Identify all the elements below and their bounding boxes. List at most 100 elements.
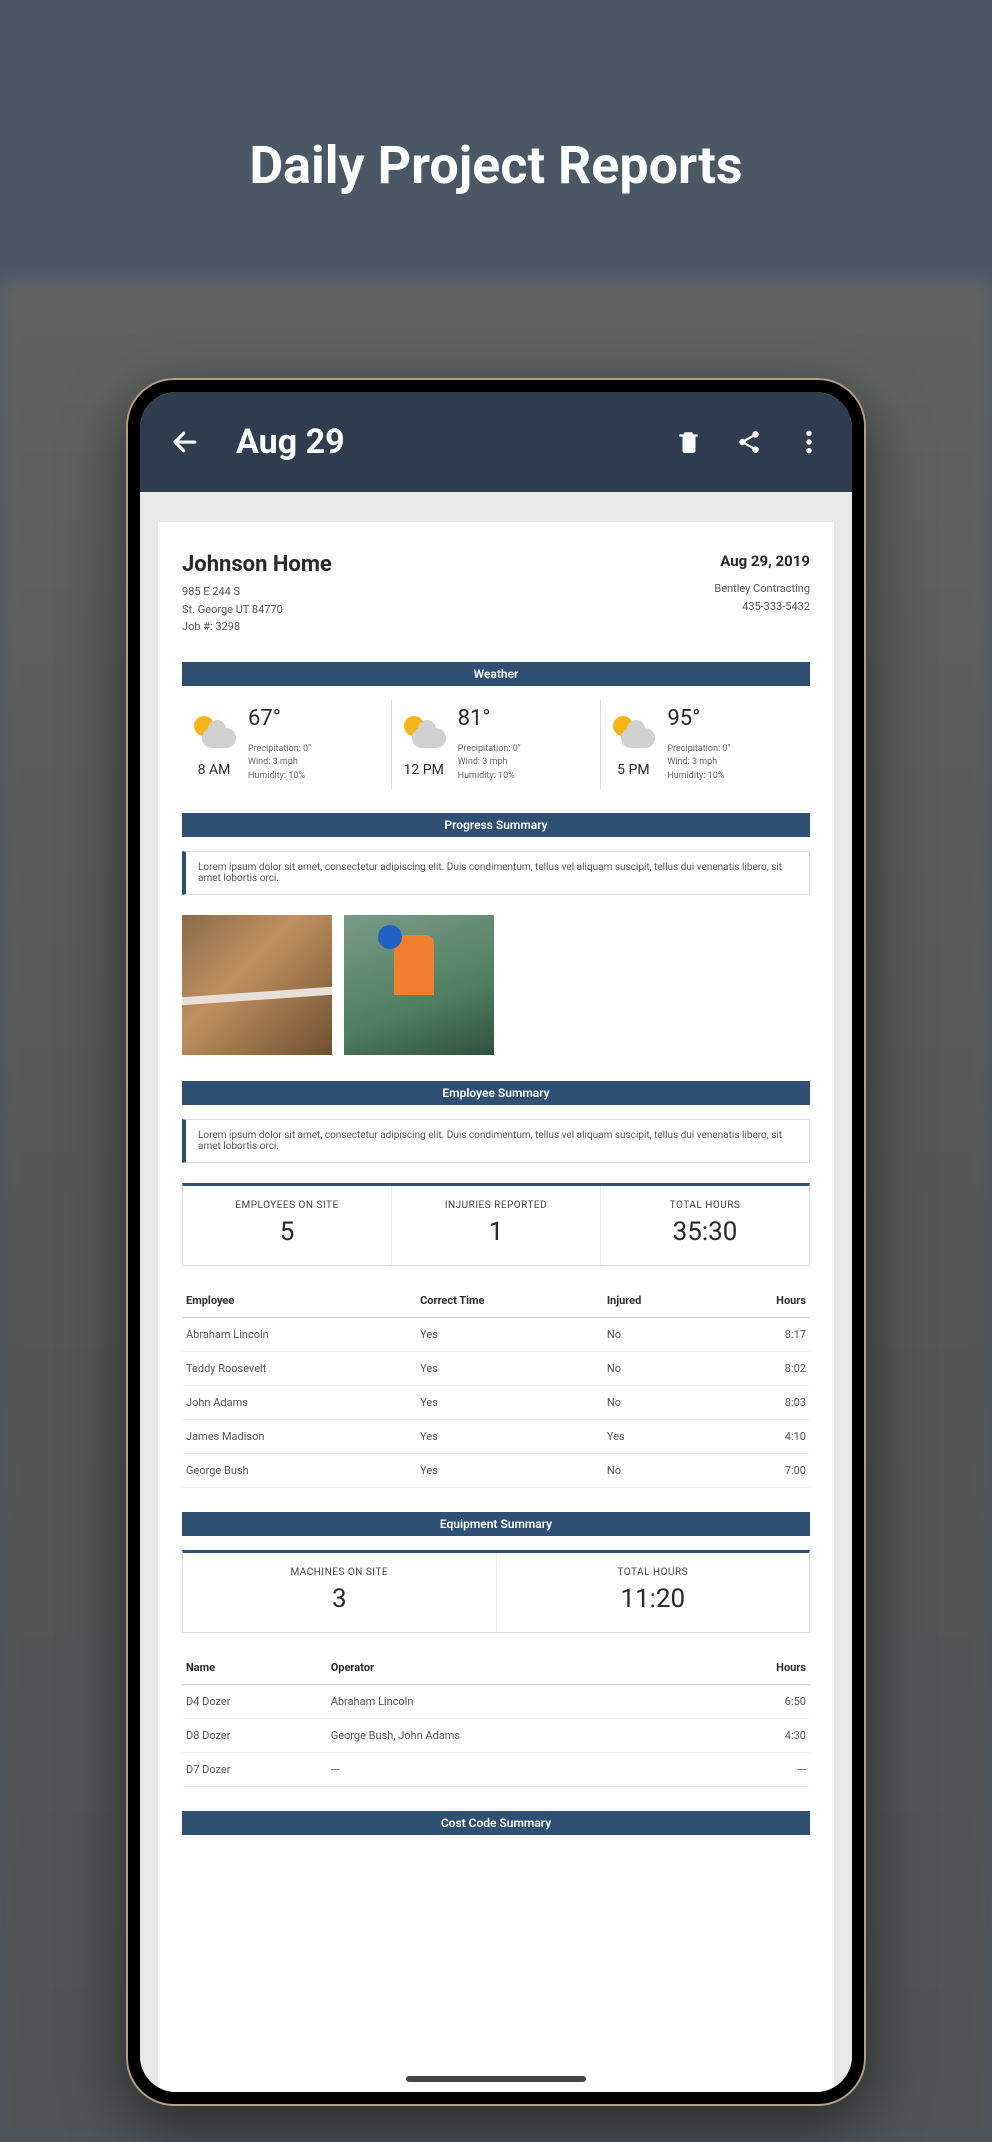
weather-card: 8 AM 67° Precipitation: 0" Wind: 3 mph H…: [182, 700, 392, 790]
employee-table: Employee Correct Time Injured Hours Abra…: [182, 1284, 810, 1488]
stat-label: TOTAL HOURS: [601, 1200, 809, 1211]
stat-value: 35:30: [601, 1217, 809, 1247]
table-cell: Yes: [416, 1420, 603, 1454]
table-cell: Yes: [603, 1420, 713, 1454]
table-cell: 8:03: [712, 1386, 810, 1420]
section-employee-title: Employee Summary: [182, 1081, 810, 1105]
table-row: Abraham LincolnYesNo8:17: [182, 1318, 810, 1352]
weather-humidity: Humidity: 10%: [667, 770, 730, 784]
share-button[interactable]: [734, 427, 764, 457]
stat-value: 11:20: [497, 1584, 810, 1614]
progress-note: Lorem ipsum dolor sit amet, consectetur …: [182, 851, 810, 895]
weather-wind: Wind: 3 mph: [458, 756, 521, 770]
table-cell: ---: [706, 1753, 810, 1787]
stat-cell: TOTAL HOURS 35:30: [601, 1186, 809, 1265]
weather-precip: Precipitation: 0": [667, 743, 730, 757]
table-cell: Yes: [416, 1352, 603, 1386]
table-cell: John Adams: [182, 1386, 416, 1420]
table-row: Teddy RooseveltYesNo8:02: [182, 1352, 810, 1386]
section-equipment-title: Equipment Summary: [182, 1512, 810, 1536]
table-row: D8 DozerGeorge Bush, John Adams4:30: [182, 1719, 810, 1753]
table-cell: Abraham Lincoln: [182, 1318, 416, 1352]
stat-label: EMPLOYEES ON SITE: [183, 1200, 391, 1211]
stat-cell: INJURIES REPORTED 1: [392, 1186, 601, 1265]
equipment-table: Name Operator Hours D4 DozerAbraham Linc…: [182, 1651, 810, 1787]
app-header: Aug 29: [140, 392, 852, 492]
stat-value: 3: [183, 1584, 496, 1614]
table-cell: Yes: [416, 1318, 603, 1352]
table-row: D4 DozerAbraham Lincoln6:50: [182, 1685, 810, 1719]
weather-temp: 95°: [667, 706, 730, 731]
weather-icon: [402, 712, 446, 752]
table-cell: No: [603, 1386, 713, 1420]
table-cell: Yes: [416, 1454, 603, 1488]
th-hours: Hours: [712, 1284, 810, 1318]
delete-button[interactable]: [674, 427, 704, 457]
table-row: John AdamsYesNo8:03: [182, 1386, 810, 1420]
th-name: Name: [182, 1651, 327, 1685]
th-correct: Correct Time: [416, 1284, 603, 1318]
report-paper: Johnson Home 985 E 244 S St. George UT 8…: [158, 522, 834, 2092]
table-cell: No: [603, 1318, 713, 1352]
table-cell: 8:02: [712, 1352, 810, 1386]
share-icon: [736, 429, 762, 455]
company-phone: 435-333-5432: [714, 598, 810, 616]
section-weather-title: Weather: [182, 662, 810, 686]
table-cell: No: [603, 1454, 713, 1488]
stat-value: 1: [392, 1217, 600, 1247]
progress-photo[interactable]: [182, 915, 332, 1055]
table-cell: 4:10: [712, 1420, 810, 1454]
table-row: George BushYesNo7:00: [182, 1454, 810, 1488]
job-number: Job #: 3298: [182, 618, 332, 636]
th-hours: Hours: [706, 1651, 810, 1685]
table-cell: George Bush, John Adams: [327, 1719, 706, 1753]
page-title: Daily Project Reports: [0, 0, 992, 196]
weather-time: 8 AM: [198, 762, 231, 778]
table-cell: 6:50: [706, 1685, 810, 1719]
th-operator: Operator: [327, 1651, 706, 1685]
report-header: Johnson Home 985 E 244 S St. George UT 8…: [182, 552, 810, 636]
weather-humidity: Humidity: 10%: [248, 770, 311, 784]
weather-wind: Wind: 3 mph: [248, 756, 311, 770]
employee-stats: EMPLOYEES ON SITE 5 INJURIES REPORTED 1 …: [182, 1183, 810, 1266]
th-injured: Injured: [603, 1284, 713, 1318]
weather-time: 5 PM: [617, 762, 649, 778]
weather-temp: 81°: [458, 706, 521, 731]
th-employee: Employee: [182, 1284, 416, 1318]
stat-cell: TOTAL HOURS 11:20: [497, 1553, 810, 1632]
employee-note: Lorem ipsum dolor sit amet, consectetur …: [182, 1119, 810, 1163]
company-name: Bentley Contracting: [714, 580, 810, 598]
more-button[interactable]: [794, 427, 824, 457]
weather-precip: Precipitation: 0": [248, 743, 311, 757]
table-cell: D4 Dozer: [182, 1685, 327, 1719]
phone-screen: Aug 29 Johnson Home 985 E 244 S: [140, 392, 852, 2092]
home-indicator[interactable]: [406, 2076, 586, 2082]
stat-label: INJURIES REPORTED: [392, 1200, 600, 1211]
report-header-left: Johnson Home 985 E 244 S St. George UT 8…: [182, 552, 332, 636]
report-header-right: Aug 29, 2019 Bentley Contracting 435-333…: [714, 552, 810, 636]
weather-icon: [611, 712, 655, 752]
section-progress-title: Progress Summary: [182, 813, 810, 837]
arrow-left-icon: [170, 427, 200, 457]
weather-temp: 67°: [248, 706, 311, 731]
table-cell: James Madison: [182, 1420, 416, 1454]
section-costcode-title: Cost Code Summary: [182, 1811, 810, 1835]
weather-card: 12 PM 81° Precipitation: 0" Wind: 3 mph …: [392, 700, 602, 790]
progress-photo[interactable]: [344, 915, 494, 1055]
trash-icon: [676, 429, 702, 455]
client-name: Johnson Home: [182, 552, 332, 577]
back-button[interactable]: [168, 425, 202, 459]
table-cell: ---: [327, 1753, 706, 1787]
report-body[interactable]: Johnson Home 985 E 244 S St. George UT 8…: [140, 492, 852, 2092]
stat-cell: MACHINES ON SITE 3: [183, 1553, 497, 1632]
table-row: D7 Dozer------: [182, 1753, 810, 1787]
table-cell: D7 Dozer: [182, 1753, 327, 1787]
more-vertical-icon: [805, 429, 813, 455]
client-city: St. George UT 84770: [182, 601, 332, 619]
table-cell: Abraham Lincoln: [327, 1685, 706, 1719]
weather-icon: [192, 712, 236, 752]
weather-humidity: Humidity: 10%: [458, 770, 521, 784]
table-row: James MadisonYesYes4:10: [182, 1420, 810, 1454]
table-cell: 4:30: [706, 1719, 810, 1753]
table-cell: No: [603, 1352, 713, 1386]
